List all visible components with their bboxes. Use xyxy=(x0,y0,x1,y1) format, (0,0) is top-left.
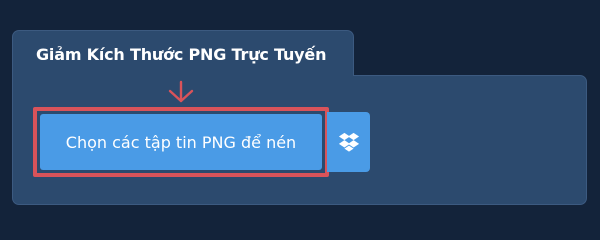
dropbox-icon xyxy=(338,132,359,152)
choose-files-button[interactable]: Chọn các tập tin PNG để nén xyxy=(40,114,322,170)
tab-panel-join xyxy=(13,70,353,80)
dropbox-button[interactable] xyxy=(327,112,370,172)
compressor-widget: Giảm Kích Thước PNG Trực Tuyến Chọn các … xyxy=(0,0,600,230)
arrow-down-icon xyxy=(168,80,194,103)
tab-title: Giảm Kích Thước PNG Trực Tuyến xyxy=(36,45,327,64)
